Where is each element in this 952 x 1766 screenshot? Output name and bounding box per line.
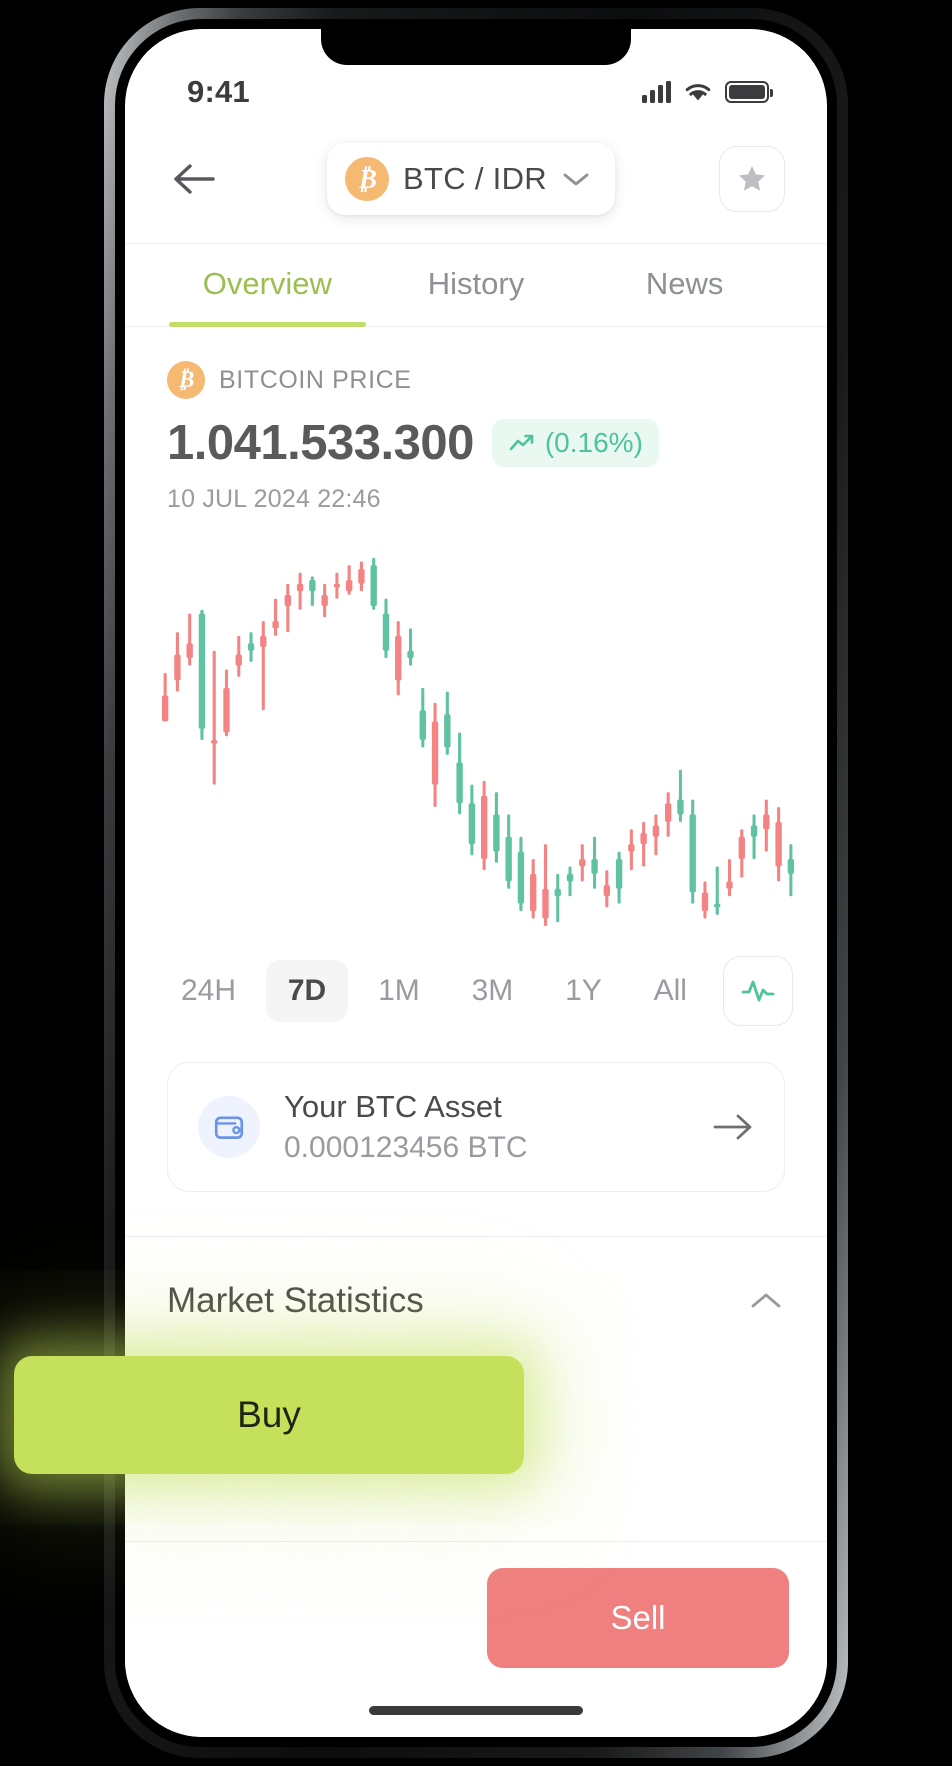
- status-time: 9:41: [187, 74, 250, 109]
- phone-frame: 9:41 ₿ BTC / IDR Overview History News ₿…: [104, 8, 848, 1758]
- home-indicator: [369, 1706, 583, 1715]
- candlestick-chart-svg: [161, 557, 795, 926]
- asset-texts: Your BTC Asset 0.000123456 BTC: [284, 1089, 688, 1165]
- timeframe-1m[interactable]: 1M: [356, 960, 442, 1022]
- price-section: ₿ BITCOIN PRICE 1.041.533.300 (0.16%) 10…: [125, 327, 827, 514]
- timeframe-3m[interactable]: 3M: [450, 960, 536, 1022]
- pair-selector[interactable]: ₿ BTC / IDR: [327, 143, 615, 215]
- timeframe-24h[interactable]: 24H: [159, 960, 258, 1022]
- your-asset-card[interactable]: Your BTC Asset 0.000123456 BTC: [167, 1062, 785, 1192]
- status-icons: [642, 81, 773, 103]
- bitcoin-icon: ₿: [345, 157, 390, 201]
- back-button[interactable]: [167, 151, 223, 207]
- bitcoin-icon: ₿: [167, 361, 205, 399]
- cellular-bars-icon: [642, 81, 671, 103]
- favorite-button[interactable]: [719, 146, 785, 212]
- tab-history[interactable]: History: [372, 244, 581, 326]
- price-row: 1.041.533.300 (0.16%): [167, 415, 785, 471]
- phone-screen: 9:41 ₿ BTC / IDR Overview History News ₿…: [125, 29, 827, 1737]
- tab-overview[interactable]: Overview: [163, 244, 372, 327]
- arrow-right-icon: [713, 1114, 752, 1140]
- timeframe-1y[interactable]: 1Y: [543, 960, 624, 1022]
- timeframe-all[interactable]: All: [632, 960, 709, 1022]
- dynamic-island: [321, 29, 631, 65]
- price-value: 1.041.533.300: [167, 416, 474, 470]
- chevron-up-icon: [751, 1293, 781, 1308]
- battery-icon: [725, 81, 773, 103]
- app-header: ₿ BTC / IDR: [125, 125, 827, 244]
- wifi-icon: [685, 84, 711, 101]
- price-chart[interactable]: [125, 514, 827, 940]
- chevron-down-icon: [563, 173, 589, 186]
- tab-overview-label: Overview: [202, 266, 332, 301]
- timeframe-options: 24H 7D 1M 3M 1Y All: [159, 960, 719, 1022]
- timeframe-selector: 24H 7D 1M 3M 1Y All: [125, 940, 827, 1026]
- price-header: ₿ BITCOIN PRICE: [167, 361, 785, 399]
- sell-button[interactable]: Sell: [487, 1567, 789, 1668]
- tab-news[interactable]: News: [580, 244, 789, 326]
- asset-amount: 0.000123456 BTC: [284, 1131, 528, 1164]
- price-label: BITCOIN PRICE: [219, 365, 412, 394]
- activity-pulse-icon: [741, 980, 775, 1002]
- market-statistics-header[interactable]: Market Statistics: [125, 1237, 827, 1321]
- buy-button[interactable]: Buy: [14, 1356, 524, 1474]
- trending-up-icon: [509, 434, 534, 451]
- wallet-icon: [214, 1116, 244, 1139]
- arrow-left-icon: [174, 164, 215, 194]
- price-timestamp: 10 JUL 2024 22:46: [167, 485, 381, 513]
- tab-news-label: News: [645, 266, 724, 301]
- phone-bezel: 9:41 ₿ BTC / IDR Overview History News ₿…: [115, 19, 837, 1747]
- pair-label: BTC / IDR: [403, 161, 547, 196]
- price-change-badge: (0.16%): [491, 419, 659, 467]
- market-statistics-title: Market Statistics: [167, 1281, 424, 1320]
- chart-type-button[interactable]: [723, 956, 793, 1026]
- star-icon: [738, 165, 766, 191]
- tab-history-label: History: [427, 266, 525, 301]
- wallet-icon-circle: [198, 1096, 260, 1158]
- timeframe-7d[interactable]: 7D: [265, 960, 349, 1022]
- asset-title: Your BTC Asset: [284, 1089, 502, 1124]
- price-change-text: (0.16%): [544, 427, 643, 458]
- tab-bar: Overview History News: [125, 244, 827, 327]
- screenshot-stage: 9:41 ₿ BTC / IDR Overview History News ₿…: [0, 0, 952, 1766]
